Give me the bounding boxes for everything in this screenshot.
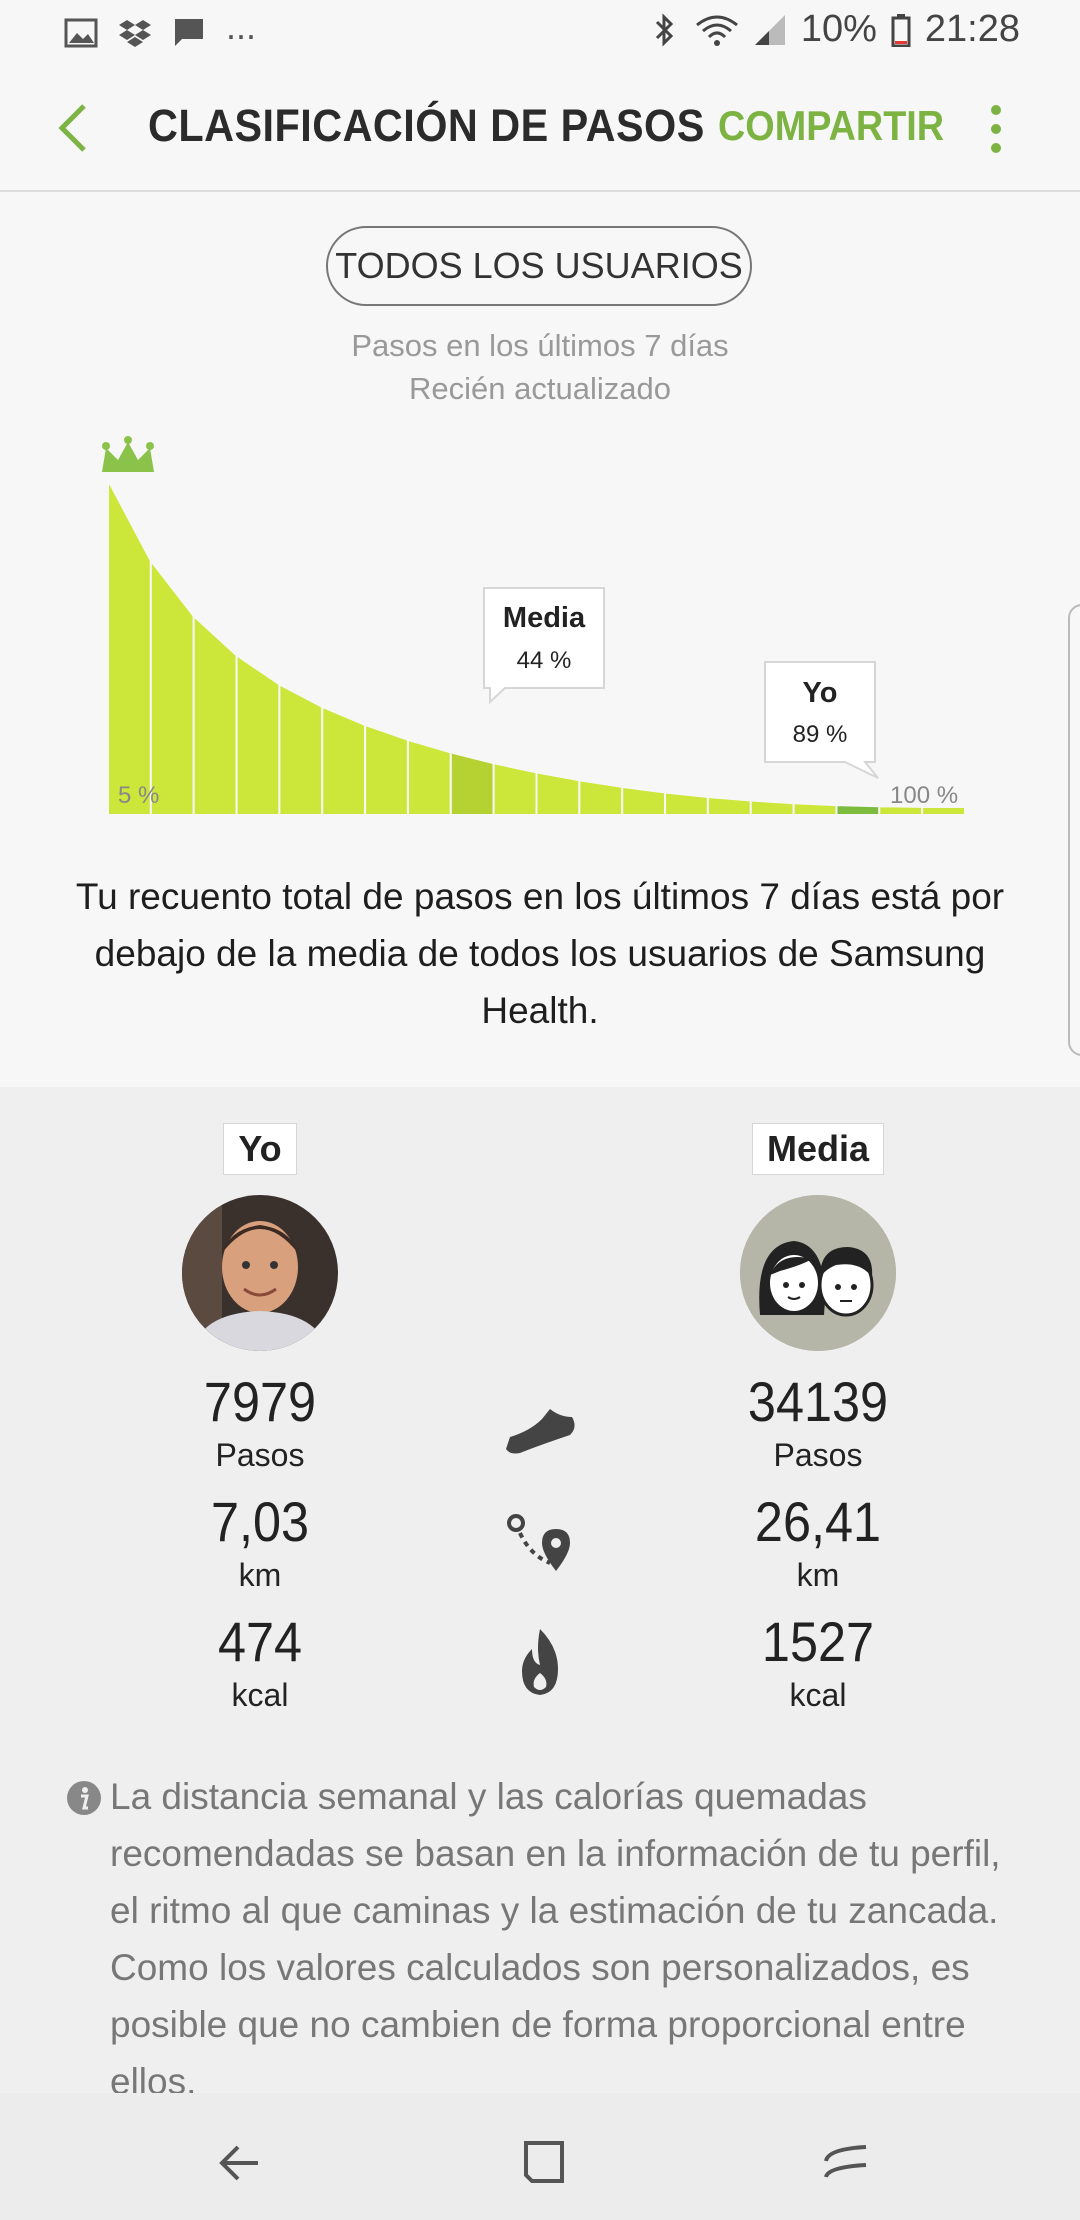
status-right: 10% 21:28 (647, 8, 1020, 51)
gallery-icon (64, 18, 98, 48)
average-calories-unit: kcal (789, 1677, 847, 1713)
average-callout: Media 44 % (483, 587, 605, 705)
chart-bar-average (449, 751, 495, 816)
average-steps-unit: Pasos (773, 1437, 863, 1473)
nav-recents-icon[interactable] (816, 2133, 876, 2193)
me-tag: Yo (223, 1123, 297, 1175)
flame-icon (522, 1629, 558, 1695)
status-bar: ... 10% 21:28 (0, 0, 1080, 64)
me-distance-unit: km (238, 1557, 282, 1593)
dropbox-icon (119, 20, 151, 47)
status-left: ... (64, 6, 256, 54)
message-icon (175, 19, 203, 46)
route-icon (507, 1514, 570, 1571)
app-bar: CLASIFICACIÓN DE PASOS COMPARTIR (0, 64, 1080, 192)
chart-bar (149, 557, 195, 816)
shoe-icon (506, 1409, 575, 1454)
user-avatar (182, 1195, 338, 1351)
nav-back-icon[interactable] (212, 2133, 272, 2193)
nav-home-icon[interactable] (514, 2133, 574, 2193)
me-calories-unit: kcal (231, 1677, 289, 1713)
chart-bar (192, 613, 238, 816)
average-column: Media (678, 1123, 958, 1175)
me-steps-value: 7979 (203, 1370, 317, 1433)
average-distance-unit: km (796, 1557, 840, 1593)
average-calories-value: 1527 (761, 1610, 875, 1673)
signal-icon (754, 14, 785, 45)
chart-bar (278, 682, 324, 816)
chart-bar-me (835, 804, 881, 816)
average-callout-value: 44 % (517, 647, 572, 674)
info-note-text: La distancia semanal y las calorías quem… (110, 1776, 1001, 2102)
chart-bar (321, 705, 367, 816)
battery-percent: 10% (800, 8, 877, 50)
average-steps-value: 34139 (747, 1370, 889, 1433)
chart-bar (235, 653, 281, 816)
users-filter-button[interactable]: TODOS LOS USUARIOS (326, 226, 752, 306)
chart-bar (364, 723, 409, 816)
user-photo (182, 1195, 338, 1351)
average-avatar (740, 1195, 896, 1351)
chart-bar (792, 802, 838, 816)
battery-icon (891, 13, 911, 47)
chart-bar (578, 779, 624, 816)
summary-text: Tu recuento total de pasos en los último… (75, 876, 1005, 1031)
chart-bar (749, 799, 795, 816)
me-distance-value: 7,03 (210, 1490, 310, 1553)
share-button[interactable]: COMPARTIR (718, 102, 944, 150)
more-options-icon[interactable] (976, 102, 1016, 156)
chart-bar (664, 791, 709, 816)
me-column: Yo (120, 1123, 400, 1175)
chart-bar (535, 771, 581, 816)
couple-icon (740, 1195, 896, 1351)
bluetooth-icon (655, 12, 673, 47)
average-distance-value: 26,41 (754, 1490, 882, 1553)
navigation-bar (0, 2093, 1080, 2220)
page-title: CLASIFICACIÓN DE PASOS (148, 100, 705, 151)
ranking-chart: 5 % 100 % Media 44 % Yo 89 % (102, 436, 966, 816)
chart-bar (706, 795, 752, 816)
chart-bar (406, 738, 452, 816)
back-arrow-icon[interactable] (48, 100, 98, 156)
average-callout-label: Media (503, 602, 586, 634)
clock: 21:28 (924, 8, 1020, 50)
edge-panel-handle[interactable] (1068, 604, 1080, 1056)
me-callout-label: Yo (803, 677, 838, 709)
chart-period-label: Pasos en los últimos 7 días (351, 328, 729, 363)
chart-bar (621, 785, 667, 816)
chart-bar (492, 761, 538, 816)
chart-updated-label: Recién actualizado (409, 371, 671, 406)
status-overflow: ... (226, 6, 257, 47)
wifi-icon (695, 15, 738, 46)
me-calories-value: 474 (217, 1610, 303, 1673)
chart-start-label: 5 % (118, 782, 159, 809)
me-steps-unit: Pasos (215, 1437, 305, 1473)
me-callout: Yo 89 % (764, 661, 879, 779)
info-icon (67, 1781, 101, 1815)
chart-end-label: 100 % (890, 782, 958, 809)
me-callout-value: 89 % (793, 721, 848, 748)
chart-bar (107, 479, 152, 816)
average-tag: Media (751, 1123, 885, 1175)
crown-icon (102, 436, 154, 472)
